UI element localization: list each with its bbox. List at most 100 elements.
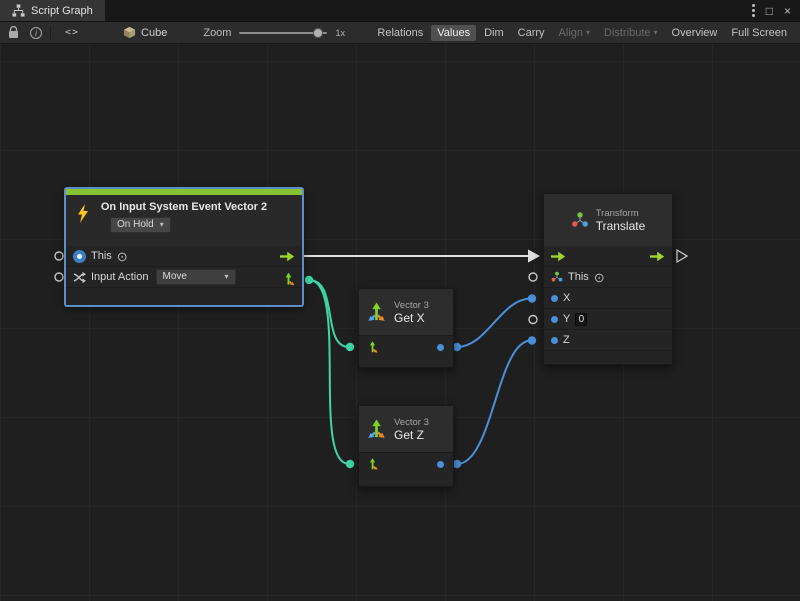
overview-button[interactable]: Overview — [666, 25, 724, 41]
chevron-down-icon: ▾ — [586, 28, 590, 37]
tab-script-graph[interactable]: Script Graph — [0, 0, 105, 21]
flow-output-arrow-icon[interactable] — [280, 251, 295, 262]
kebab-menu-icon[interactable] — [752, 4, 755, 17]
node-type-label: Transform — [596, 208, 646, 219]
port-translate-z-input[interactable] — [528, 336, 536, 344]
object-picker-icon[interactable]: ⊙ — [594, 271, 605, 284]
input-action-icon — [73, 271, 86, 284]
info-icon[interactable]: i — [30, 27, 42, 39]
float-type-dot — [551, 316, 558, 323]
y-label: Y — [563, 313, 570, 325]
port-translate-this-input[interactable] — [529, 273, 537, 281]
flow-wire-arrowhead — [528, 250, 540, 263]
node-get-x[interactable]: Vector 3 Get X — [358, 288, 454, 368]
float-wire-x[interactable] — [457, 299, 531, 348]
vector3-icon — [366, 302, 387, 323]
float-type-dot — [551, 337, 558, 344]
float-wire-z[interactable] — [457, 341, 531, 465]
node-translate[interactable]: Transform Translate — [543, 193, 673, 365]
this-port-row: This ⊙ — [66, 246, 302, 267]
distribute-label: Distribute — [604, 27, 650, 39]
port-event-action-input[interactable] — [55, 273, 63, 281]
zoom-slider-handle[interactable] — [313, 28, 323, 38]
align-button[interactable]: Align ▾ — [553, 25, 596, 41]
port-event-this-input[interactable] — [55, 252, 63, 260]
graph-target[interactable]: Cube — [123, 26, 167, 39]
unity-object-icon — [73, 250, 86, 263]
close-icon[interactable]: × — [784, 5, 791, 17]
tab-title: Script Graph — [31, 5, 93, 17]
toolbar-buttons: Relations Values Dim Carry Align ▾ Distr… — [371, 25, 795, 41]
flow-output-arrow-icon[interactable] — [650, 251, 665, 262]
chevron-down-icon: ▾ — [654, 28, 658, 37]
get-z-footer — [359, 476, 453, 486]
object-picker-icon[interactable]: ⊙ — [117, 250, 128, 263]
chevron-down-icon: ▾ — [224, 271, 228, 283]
distribute-button[interactable]: Distribute ▾ — [598, 25, 663, 41]
toolbar-separator — [50, 26, 51, 39]
vector3-input-icon — [366, 458, 379, 471]
get-x-header: Vector 3 Get X — [359, 289, 453, 335]
input-action-dropdown[interactable]: Move ▾ — [156, 269, 236, 285]
transform-icon — [571, 211, 589, 229]
get-x-footer — [359, 359, 453, 367]
node-title: Get X — [394, 311, 429, 325]
lock-icon[interactable] — [8, 26, 19, 39]
get-z-header: Vector 3 Get Z — [359, 406, 453, 452]
translate-y-row: Y 0 — [544, 309, 672, 330]
node-type-label: Vector 3 — [394, 417, 429, 428]
relations-button[interactable]: Relations — [371, 25, 429, 41]
get-x-port-row — [359, 335, 453, 359]
port-get-x-output[interactable] — [453, 343, 461, 351]
port-get-x-input[interactable] — [346, 343, 354, 351]
fullscreen-button[interactable]: Full Screen — [725, 25, 793, 41]
input-action-label: Input Action — [91, 271, 149, 283]
zoom-slider[interactable] — [239, 32, 327, 34]
translate-z-row: Z — [544, 330, 672, 351]
code-preview-icon[interactable]: <> — [65, 27, 79, 38]
float-type-dot — [551, 295, 558, 302]
translate-header: Transform Translate — [544, 194, 672, 246]
node-on-input-system-event[interactable]: On Input System Event Vector 2 On Hold ▾… — [65, 188, 303, 306]
graph-canvas[interactable]: On Input System Event Vector 2 On Hold ▾… — [0, 44, 800, 601]
zoom-control: Zoom 1x — [203, 27, 345, 39]
dim-button[interactable]: Dim — [478, 25, 510, 41]
vector3-input-icon — [366, 341, 379, 354]
chevron-down-icon: ▾ — [160, 219, 164, 231]
flow-input-arrow-icon[interactable] — [551, 251, 566, 262]
port-get-z-output[interactable] — [453, 460, 461, 468]
zoom-value: 1x — [335, 28, 345, 38]
values-button[interactable]: Values — [431, 25, 476, 41]
input-action-row: Input Action Move ▾ — [66, 267, 302, 288]
port-event-vector2-output[interactable] — [305, 276, 313, 284]
x-label: X — [563, 292, 570, 304]
input-action-value: Move — [163, 271, 187, 283]
event-mode-dropdown[interactable]: On Hold ▾ — [110, 217, 171, 233]
port-get-z-input[interactable] — [346, 460, 354, 468]
event-mode-value: On Hold — [117, 219, 154, 231]
port-translate-x-input[interactable] — [528, 294, 536, 302]
vector2-output-icon[interactable] — [281, 272, 296, 287]
zoom-label: Zoom — [203, 27, 231, 39]
node-title: On Input System Event Vector 2 — [66, 195, 302, 213]
maximize-icon[interactable]: □ — [766, 5, 773, 17]
translate-this-row: This ⊙ — [544, 267, 672, 288]
tab-bar: Script Graph □ × — [0, 0, 800, 22]
get-z-port-row — [359, 452, 453, 476]
y-value-input[interactable]: 0 — [575, 313, 587, 326]
node-title: Translate — [596, 219, 646, 233]
port-translate-y-input[interactable] — [529, 316, 537, 324]
float-output-dot[interactable] — [437, 461, 444, 468]
node-get-z[interactable]: Vector 3 Get Z — [358, 405, 454, 487]
carry-button[interactable]: Carry — [512, 25, 551, 41]
graph-toolbar: i <> Cube Zoom 1x Relations Values Dim — [0, 22, 800, 44]
translate-footer — [544, 351, 672, 364]
target-label: Cube — [141, 27, 167, 39]
flow-continuation-triangle-icon — [677, 250, 687, 262]
vector3-icon — [366, 419, 387, 440]
event-node-footer — [66, 288, 302, 305]
cube-icon — [123, 26, 136, 39]
this-label: This — [568, 271, 589, 283]
float-output-dot[interactable] — [437, 344, 444, 351]
this-label: This — [91, 250, 112, 262]
